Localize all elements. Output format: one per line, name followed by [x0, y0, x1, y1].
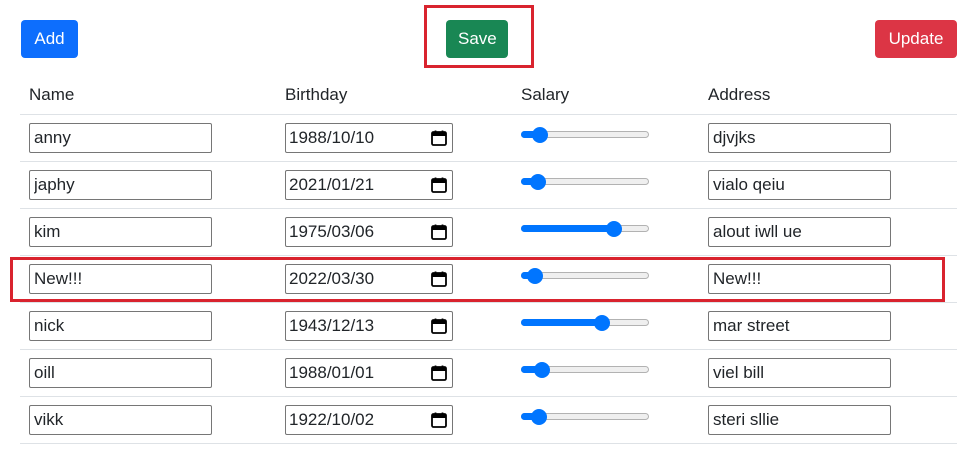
name-input[interactable]	[29, 170, 212, 200]
slider-thumb[interactable]	[593, 315, 610, 331]
calendar-icon[interactable]	[430, 176, 448, 194]
header-salary: Salary	[512, 75, 699, 115]
birthday-value: 1943/12/13	[289, 316, 375, 335]
slider-thumb[interactable]	[526, 268, 543, 284]
birthday-date-input[interactable]: 1943/12/13	[285, 311, 453, 341]
table-row-new: 2022/03/30	[20, 255, 957, 303]
name-input[interactable]	[29, 123, 212, 153]
salary-slider[interactable]	[521, 127, 649, 143]
update-button[interactable]: Update	[875, 20, 957, 58]
address-input[interactable]	[708, 264, 891, 294]
table-row: 2021/01/21	[20, 161, 957, 209]
salary-slider[interactable]	[521, 362, 649, 378]
birthday-value: 2021/01/21	[289, 175, 375, 194]
address-input[interactable]	[708, 217, 891, 247]
header-name: Name	[20, 75, 276, 115]
slider-thumb[interactable]	[534, 362, 551, 378]
address-input[interactable]	[708, 358, 891, 388]
name-input[interactable]	[29, 311, 212, 341]
slider-thumb[interactable]	[532, 127, 549, 143]
name-input[interactable]	[29, 405, 212, 435]
calendar-icon[interactable]	[430, 223, 448, 241]
birthday-date-input[interactable]: 1988/01/01	[285, 358, 453, 388]
table-row: 1988/10/10	[20, 114, 957, 162]
salary-slider[interactable]	[521, 409, 649, 425]
save-button[interactable]: Save	[446, 20, 508, 58]
table-row: 1975/03/06	[20, 208, 957, 256]
address-input[interactable]	[708, 170, 891, 200]
header-birthday: Birthday	[276, 75, 512, 115]
birthday-date-input[interactable]: 2021/01/21	[285, 170, 453, 200]
slider-thumb[interactable]	[529, 174, 546, 190]
salary-slider[interactable]	[521, 221, 649, 237]
name-input[interactable]	[29, 264, 212, 294]
birthday-date-input[interactable]: 1975/03/06	[285, 217, 453, 247]
calendar-icon[interactable]	[430, 270, 448, 288]
calendar-icon[interactable]	[430, 129, 448, 147]
address-input[interactable]	[708, 405, 891, 435]
slider-thumb[interactable]	[606, 221, 623, 237]
calendar-icon[interactable]	[430, 364, 448, 382]
table-row: 1922/10/02	[20, 396, 957, 444]
birthday-date-input[interactable]: 1922/10/02	[285, 405, 453, 435]
add-button[interactable]: Add	[21, 20, 78, 58]
birthday-date-input[interactable]: 2022/03/30	[285, 264, 453, 294]
table-row: 1943/12/13	[20, 302, 957, 350]
birthday-date-input[interactable]: 1988/10/10	[285, 123, 453, 153]
table-body: 1988/10/10 2021/01/21 1975/03/06 2022/03…	[20, 114, 957, 444]
employee-table: Name Birthday Salary Address 1988/10/10 …	[20, 75, 957, 444]
birthday-value: 2022/03/30	[289, 269, 375, 288]
birthday-value: 1988/10/10	[289, 128, 375, 147]
salary-slider[interactable]	[521, 268, 649, 284]
slider-thumb[interactable]	[531, 409, 548, 425]
table-header-row: Name Birthday Salary Address	[20, 75, 957, 115]
table-row: 1988/01/01	[20, 349, 957, 397]
header-address: Address	[699, 75, 957, 115]
calendar-icon[interactable]	[430, 411, 448, 429]
birthday-value: 1988/01/01	[289, 363, 375, 382]
name-input[interactable]	[29, 358, 212, 388]
salary-slider[interactable]	[521, 174, 649, 190]
address-input[interactable]	[708, 123, 891, 153]
salary-slider[interactable]	[521, 315, 649, 331]
calendar-icon[interactable]	[430, 317, 448, 335]
name-input[interactable]	[29, 217, 212, 247]
birthday-value: 1975/03/06	[289, 222, 375, 241]
birthday-value: 1922/10/02	[289, 410, 375, 429]
address-input[interactable]	[708, 311, 891, 341]
